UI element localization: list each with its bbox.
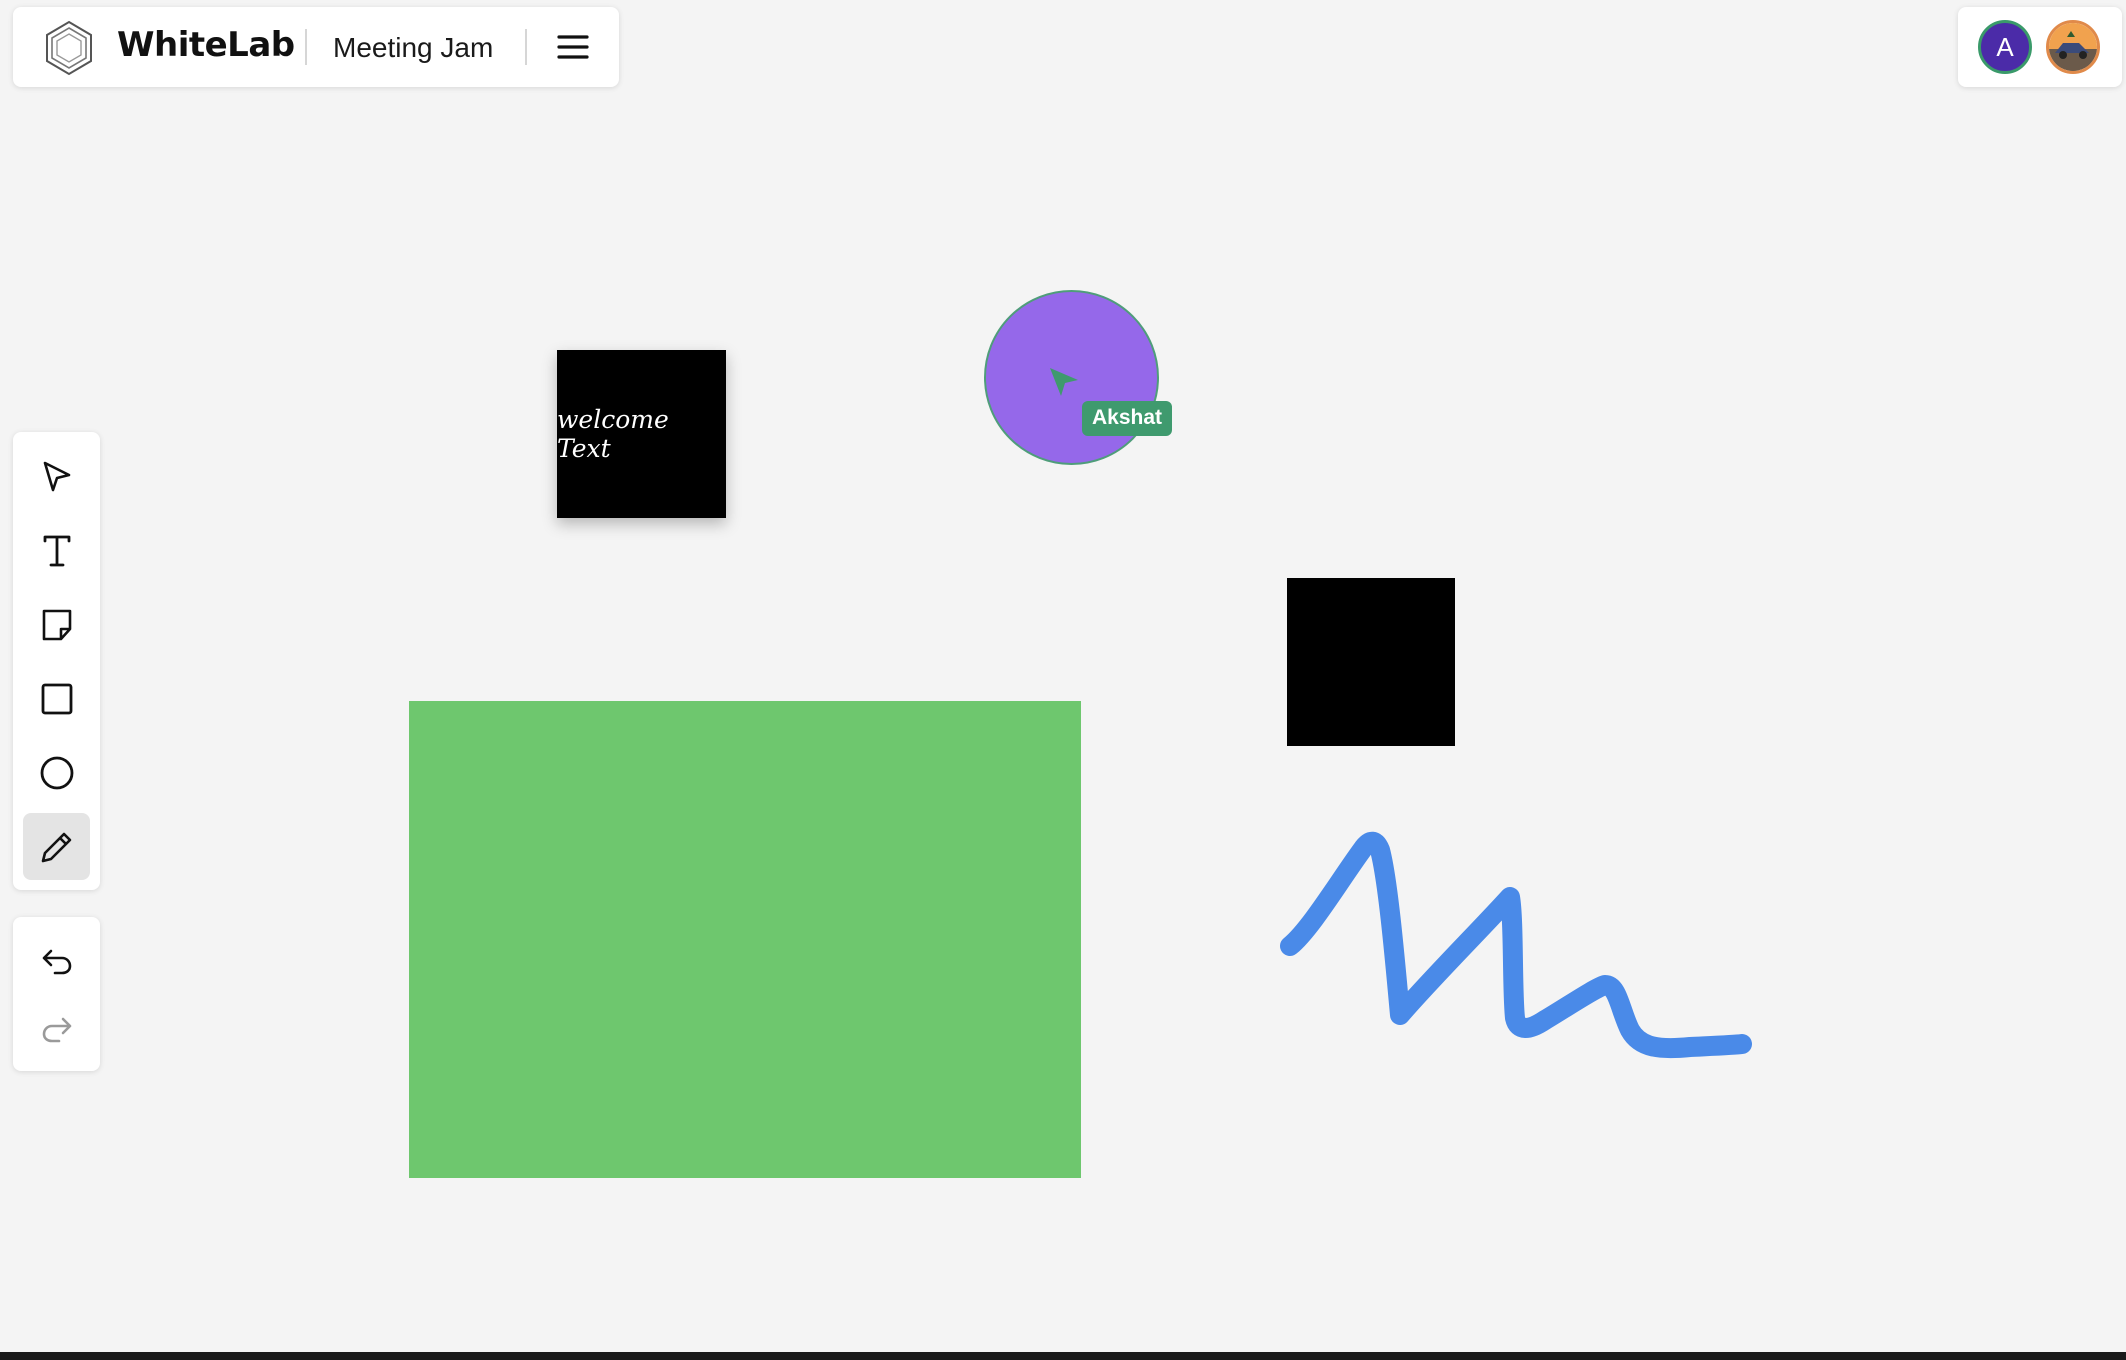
select-arrow-icon bbox=[43, 461, 70, 491]
board-name[interactable]: Meeting Jam bbox=[333, 32, 493, 64]
sticky-note-tool-button[interactable] bbox=[23, 591, 90, 658]
green-rectangle-shape[interactable] bbox=[409, 701, 1081, 1178]
pencil-icon bbox=[41, 832, 71, 862]
undo-button[interactable] bbox=[23, 927, 90, 994]
ellipse-icon bbox=[40, 756, 73, 789]
top-header: WhiteLab Meeting Jam bbox=[13, 7, 619, 87]
undo-icon bbox=[42, 949, 71, 974]
text-icon bbox=[43, 535, 70, 566]
select-tool-button[interactable] bbox=[23, 443, 90, 510]
sticky-note-text: welcome Text bbox=[557, 405, 669, 463]
ellipse-tool-button[interactable] bbox=[23, 739, 90, 806]
avatar-user-photo[interactable] bbox=[2046, 20, 2100, 74]
avatar-photo-image bbox=[2049, 23, 2097, 71]
tool-palette bbox=[13, 432, 100, 890]
active-users: A bbox=[1958, 7, 2122, 87]
rectangle-tool-button[interactable] bbox=[23, 665, 90, 732]
redo-button[interactable] bbox=[23, 995, 90, 1062]
divider bbox=[305, 29, 307, 65]
sticky-note-icon bbox=[42, 609, 71, 640]
avatar-user-a[interactable]: A bbox=[1978, 20, 2032, 74]
sticky-note[interactable]: welcome Text bbox=[557, 350, 726, 518]
text-tool-button[interactable] bbox=[23, 517, 90, 584]
window-bottom-edge bbox=[0, 1352, 2126, 1360]
app-name: WhiteLab bbox=[117, 25, 295, 65]
black-square-shape[interactable] bbox=[1287, 578, 1455, 746]
collaborator-cursor-label: Akshat bbox=[1082, 401, 1173, 436]
redo-icon bbox=[42, 1017, 71, 1042]
hamburger-menu-icon[interactable] bbox=[553, 27, 593, 67]
divider bbox=[525, 29, 527, 65]
history-controls bbox=[13, 917, 100, 1071]
collaborator-cursor-icon bbox=[1050, 368, 1078, 396]
rectangle-icon bbox=[41, 683, 72, 714]
whitelab-logo-icon bbox=[46, 20, 92, 76]
pencil-tool-button[interactable] bbox=[23, 813, 90, 880]
